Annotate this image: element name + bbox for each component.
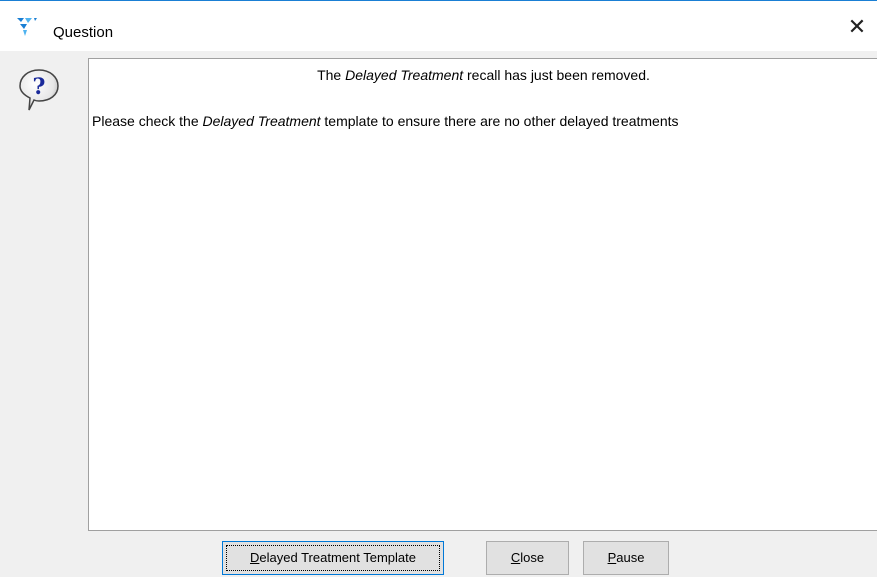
pause-button[interactable]: Pause [583, 541, 669, 575]
message-line-2: Please check the Delayed Treatment templ… [92, 113, 679, 129]
delayed-treatment-template-label: Delayed Treatment Template [250, 550, 416, 565]
close-button[interactable]: Close [486, 541, 569, 575]
pause-button-label: Pause [607, 550, 645, 565]
window-title: Question [53, 24, 114, 41]
title-bar[interactable]: Question ✕ [0, 1, 877, 51]
message-line-1: The Delayed Treatment recall has just be… [89, 67, 877, 83]
question-icon: ? [17, 67, 61, 119]
access-key: D [250, 550, 260, 565]
message-line-1-emphasis: Delayed Treatment [345, 67, 464, 83]
access-key: C [510, 550, 521, 565]
question-dialog: Question ✕ ? The Delayed Treatment recal… [0, 0, 877, 577]
message-line-2-prefix: Please check the [92, 113, 203, 129]
message-line-1-suffix: recall has just been removed. [463, 67, 650, 83]
close-button-label: Close [510, 550, 545, 565]
message-line-1-prefix: The [317, 67, 346, 83]
message-line-2-emphasis: Delayed Treatment [202, 113, 321, 129]
close-icon[interactable]: ✕ [837, 9, 877, 45]
access-key: P [607, 550, 617, 565]
message-line-2-suffix: template to ensure there are no other de… [320, 113, 679, 129]
svg-text:?: ? [33, 74, 46, 100]
funnel-logo-icon [15, 16, 41, 38]
message-panel: The Delayed Treatment recall has just be… [88, 58, 877, 531]
delayed-treatment-template-button[interactable]: Delayed Treatment Template [222, 541, 444, 575]
